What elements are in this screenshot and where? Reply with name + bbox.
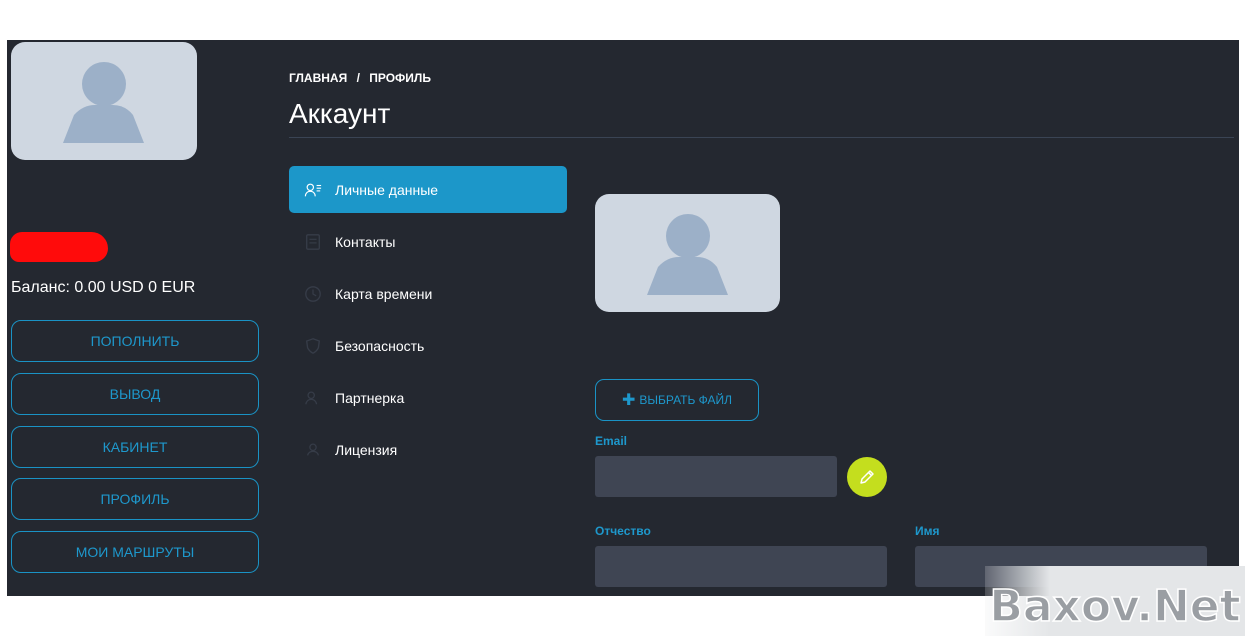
menu-item-label: Безопасность: [335, 337, 425, 354]
app-window: Баланс: 0.00 USD 0 EUR ПОПОЛНИТЬ ВЫВОД К…: [7, 40, 1239, 596]
breadcrumb-home-link[interactable]: ГЛАВНАЯ: [289, 71, 347, 85]
menu-item-label: Личные данные: [335, 181, 439, 198]
breadcrumb: ГЛАВНАЯ / ПРОФИЛЬ: [289, 71, 431, 85]
menu-item-label: Лицензия: [335, 441, 398, 458]
contacts-icon: [303, 232, 323, 252]
profile-button[interactable]: ПРОФИЛЬ: [11, 478, 259, 520]
choose-file-label: ВЫБРАТЬ ФАЙЛ: [639, 393, 733, 407]
license-icon: [303, 440, 323, 460]
menu-item-label: Партнерка: [335, 389, 405, 406]
shield-icon: [303, 336, 323, 356]
balance-text: Баланс: 0.00 USD 0 EUR: [11, 279, 196, 296]
title-divider: [289, 137, 1234, 138]
patronymic-field[interactable]: [595, 546, 887, 587]
person-placeholder-icon: [63, 62, 144, 143]
user-avatar: [11, 42, 197, 160]
breadcrumb-separator: /: [356, 71, 360, 85]
menu-item-personal-data[interactable]: Личные данные: [289, 166, 567, 213]
watermark-text-graphic: Baxov.Net: [989, 580, 1242, 633]
page-title: Аккаунт: [289, 98, 391, 129]
menu-item-label: Карта времени: [335, 285, 433, 302]
patronymic-label: Отчество: [595, 524, 651, 538]
plus-icon: ✚: [621, 392, 636, 409]
breadcrumb-current: ПРОФИЛЬ: [369, 71, 431, 85]
menu-item-contacts[interactable]: Контакты: [289, 218, 567, 265]
watermark: Baxov.Net: [985, 566, 1245, 636]
choose-file-button[interactable]: ✚ ВЫБРАТЬ ФАЙЛ: [595, 379, 759, 421]
redacted-username: [10, 232, 108, 262]
pencil-icon: [860, 470, 874, 484]
partners-icon: [303, 388, 323, 408]
clock-icon: [303, 284, 323, 304]
profile-photo: [595, 194, 780, 312]
menu-item-label: Контакты: [335, 233, 396, 250]
edit-email-button[interactable]: [847, 457, 887, 497]
watermark-text: Baxov.Net: [989, 581, 1240, 632]
user-list-icon: [303, 180, 323, 200]
cabinet-button[interactable]: КАБИНЕТ: [11, 426, 259, 468]
email-label: Email: [595, 434, 628, 448]
menu-item-partners[interactable]: Партнерка: [289, 374, 567, 421]
withdraw-button[interactable]: ВЫВОД: [11, 373, 259, 415]
menu-item-security[interactable]: Безопасность: [289, 322, 567, 369]
person-placeholder-icon: [647, 214, 728, 295]
menu-item-time-map[interactable]: Карта времени: [289, 270, 567, 317]
first-name-label: Имя: [915, 524, 940, 538]
top-up-button[interactable]: ПОПОЛНИТЬ: [11, 320, 259, 362]
menu-item-license[interactable]: Лицензия: [289, 426, 567, 473]
email-field[interactable]: [595, 456, 837, 497]
my-routes-button[interactable]: МОИ МАРШРУТЫ: [11, 531, 259, 573]
